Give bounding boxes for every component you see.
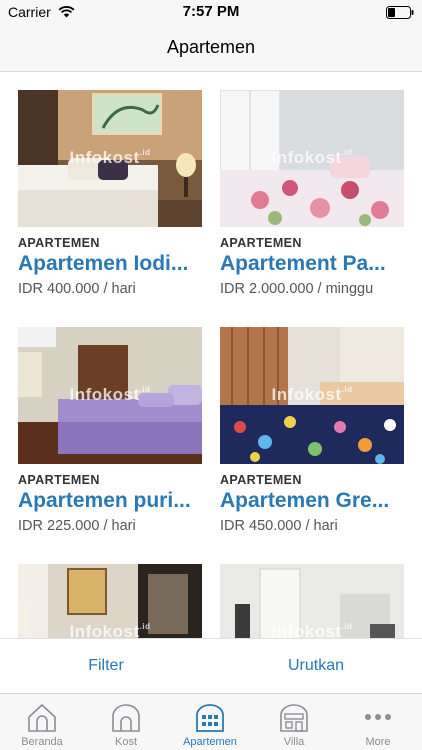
tab-beranda[interactable]: Beranda [0, 694, 84, 750]
listing-category: APARTEMEN [220, 473, 302, 487]
listing-card[interactable]: Infokost.id APARTEMEN Apartemen Iodi... … [18, 90, 202, 305]
tab-label: Villa [283, 736, 305, 748]
listing-category: APARTEMEN [18, 236, 100, 250]
tab-label: Apartemen [183, 736, 237, 748]
tab-apartemen[interactable]: Apartemen [168, 694, 252, 750]
photo-watermark: Infokost.id [271, 148, 353, 167]
listing-title[interactable]: Apartemen Iodi... [18, 252, 202, 276]
tab-label: Beranda [21, 736, 63, 748]
listing-grid[interactable]: Infokost.id APARTEMEN Apartemen Iodi... … [0, 72, 422, 638]
house-icon [28, 703, 56, 732]
tab-bar: Beranda Kost Apartemen Villa More [0, 694, 422, 750]
listing-card[interactable]: Infokost.id [18, 564, 202, 638]
listing-category: APARTEMEN [220, 236, 302, 250]
more-dots-icon [365, 714, 391, 720]
photo-watermark: Infokost.id [69, 622, 151, 638]
tab-kost[interactable]: Kost [84, 694, 168, 750]
photo-watermark: Infokost.id [69, 148, 151, 167]
photo-watermark: Infokost.id [271, 622, 353, 638]
listing-photo[interactable]: Infokost.id [220, 90, 404, 227]
filter-button[interactable]: Filter [36, 657, 176, 675]
photo-watermark: Infokost.id [69, 385, 151, 404]
listing-photo[interactable]: Infokost.id [18, 90, 202, 227]
listing-title[interactable]: Apartement Pa... [220, 252, 404, 276]
listing-photo[interactable]: Infokost.id [18, 327, 202, 464]
listing-title[interactable]: Apartemen Gre... [220, 489, 404, 513]
tab-label: More [365, 736, 391, 748]
listing-category: APARTEMEN [18, 473, 100, 487]
listing-price: IDR 225.000 / hari [18, 518, 136, 534]
photo-watermark: Infokost.id [271, 385, 353, 404]
filter-sort-bar: Filter Urutkan [0, 638, 422, 694]
navigation-bar: Apartemen [0, 24, 422, 72]
tab-label: Kost [114, 736, 137, 748]
listing-price: IDR 450.000 / hari [220, 518, 338, 534]
listing-card[interactable]: Infokost.id APARTEMEN Apartemen Gre... I… [220, 327, 404, 542]
kost-house-icon [112, 704, 140, 732]
apartment-building-icon [196, 704, 224, 732]
listing-price: IDR 2.000.000 / minggu [220, 281, 374, 297]
listing-card[interactable]: Infokost.id APARTEMEN Apartement Pa... I… [220, 90, 404, 305]
listing-photo[interactable]: Infokost.id [220, 327, 404, 464]
villa-icon [280, 704, 308, 732]
listing-card[interactable]: Infokost.id APARTEMEN Apartemen puri... … [18, 327, 202, 542]
tab-more[interactable]: More [336, 694, 420, 750]
status-time: 7:57 PM [182, 3, 240, 20]
listing-price: IDR 400.000 / hari [18, 281, 136, 297]
status-bar: Carrier 7:57 PM [0, 0, 422, 24]
listing-photo[interactable]: Infokost.id [18, 564, 202, 638]
listing-photo[interactable]: Infokost.id [220, 564, 404, 638]
listing-title[interactable]: Apartemen puri... [18, 489, 202, 513]
sort-button[interactable]: Urutkan [246, 657, 386, 675]
page-title: Apartemen [166, 37, 256, 57]
tab-villa[interactable]: Villa [252, 694, 336, 750]
listing-card[interactable]: Infokost.id [220, 564, 404, 638]
battery-icon [386, 6, 414, 19]
